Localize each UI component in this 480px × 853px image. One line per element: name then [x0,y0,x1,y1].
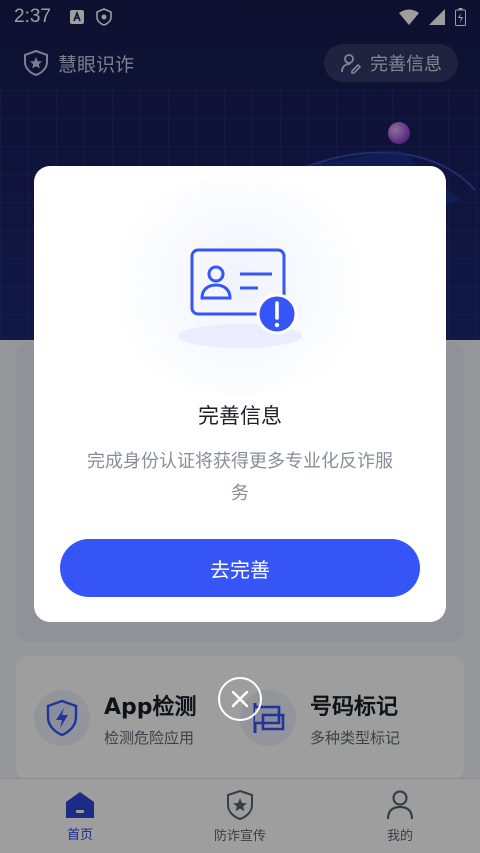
close-icon [231,690,249,708]
close-dialog-button[interactable] [218,677,262,721]
id-card-warning-icon [178,248,302,348]
dialog-title: 完善信息 [198,404,282,428]
complete-info-dialog: 完善信息 完成身份认证将获得更多专业化反诈服务 去完善 [34,166,446,622]
app-screen: 2:37 慧眼识诈 完善信息 App检测 检测危险应用 号码标记 多种类型标记 … [0,0,480,853]
dialog-message: 完成身份认证将获得更多专业化反诈服务 [87,451,393,504]
go-complete-button[interactable]: 去完善 [60,539,420,597]
